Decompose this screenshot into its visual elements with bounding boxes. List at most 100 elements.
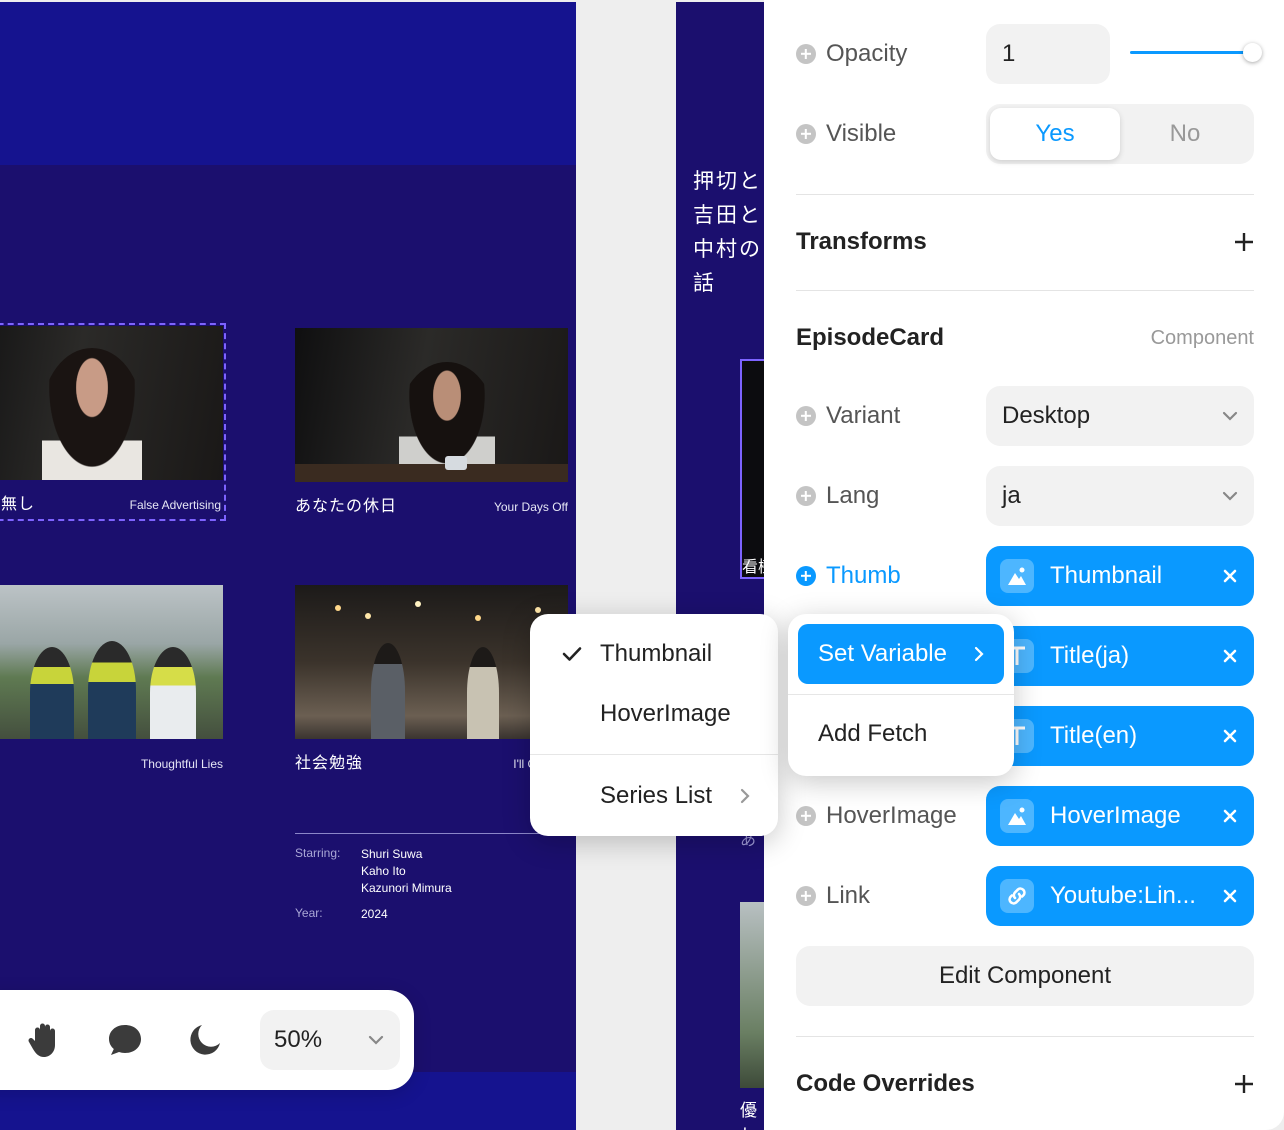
thumb-label: Thumb [826, 562, 901, 589]
episode-thumbnail [295, 585, 568, 739]
selected-card-label: 看樹 [742, 557, 766, 576]
add-variable-icon[interactable] [796, 806, 816, 826]
menu-item-series-list[interactable]: Series List [530, 768, 778, 824]
synopsis-line: 中村の [693, 237, 762, 261]
episode-title-ja: 社会勉強 [295, 753, 364, 772]
variant-label: Variant [826, 402, 901, 429]
card-title-fragment: 優し [740, 1101, 757, 1130]
menu-item-thumbnail[interactable]: Thumbnail [530, 626, 778, 682]
add-variable-icon[interactable] [796, 566, 816, 586]
code-overrides-section[interactable]: Code Overrides [796, 1070, 1254, 1098]
link-row: Link Youtube:Lin... [796, 866, 1254, 926]
title-en-variable-chip[interactable]: Title(en) [986, 706, 1254, 766]
episode-card[interactable]: 嘘 Thoughtful Lies [0, 585, 223, 773]
add-variable-icon[interactable] [796, 486, 816, 506]
image-icon [1000, 799, 1034, 833]
visible-label: Visible [826, 120, 897, 147]
episode-card[interactable]: 社会勉強 I'll Go, If Y [295, 585, 568, 773]
opacity-row: Opacity 1 [796, 24, 1254, 84]
close-icon[interactable] [1220, 646, 1240, 666]
slider-handle[interactable] [1243, 43, 1262, 62]
close-icon[interactable] [1220, 806, 1240, 826]
properties-panel: Opacity 1 Visible Yes No Transforms Epis… [764, 0, 1284, 1130]
zoom-select[interactable]: 50% [260, 1010, 400, 1070]
lang-label: Lang [826, 482, 880, 509]
add-variable-icon[interactable] [796, 44, 816, 64]
episode-card-selected[interactable]: 嘘偽り無し False Advertising [0, 323, 226, 521]
lang-value: ja [1002, 482, 1021, 509]
code-overrides-title: Code Overrides [796, 1070, 975, 1097]
thumb-variable-chip[interactable]: Thumbnail [986, 546, 1254, 606]
canvas-toolbar: 50% [0, 990, 414, 1090]
episode-card[interactable]: あなたの休日 Your Days Off [295, 328, 568, 516]
comment-icon [109, 1025, 141, 1055]
close-icon[interactable] [1220, 886, 1240, 906]
synopsis-line: 吉田と [693, 203, 762, 227]
canvas-frame-desktop[interactable]: 嘘偽り無し False Advertising あなたの休日 Your Days… [0, 2, 576, 1130]
episode-thumbnail [295, 328, 568, 482]
opacity-label: Opacity [826, 40, 908, 67]
chevron-right-icon [740, 788, 750, 804]
lang-select[interactable]: ja [986, 466, 1254, 526]
cast-member: Shuri Suwa [361, 847, 423, 861]
visible-row: Visible Yes No [796, 104, 1254, 164]
set-variable-menu-item[interactable]: Set Variable [798, 624, 1004, 684]
canvas-frame-secondary[interactable]: 押切と 吉田と 中村の 話 看樹 あ 優し [676, 2, 766, 1130]
hover-image-label: HoverImage [826, 802, 957, 829]
link-variable-chip[interactable]: Youtube:Lin... [986, 866, 1254, 926]
visible-no-option[interactable]: No [1120, 108, 1250, 160]
variables-menu: Thumbnail HoverImage Series List [530, 614, 778, 836]
visible-yes-option[interactable]: Yes [990, 108, 1120, 160]
component-title: EpisodeCard [796, 324, 945, 351]
link-variable-name: Youtube:Lin... [1050, 882, 1196, 909]
title-en-variable-name: Title(en) [1050, 722, 1138, 749]
plus-icon[interactable] [1234, 1074, 1254, 1094]
add-variable-icon[interactable] [796, 406, 816, 426]
synopsis-text: 押切と 吉田と 中村の 話 [693, 164, 762, 300]
title-ja-variable-name: Title(ja) [1050, 642, 1130, 669]
variant-select[interactable]: Desktop [986, 386, 1254, 446]
hover-image-variable-chip[interactable]: HoverImage [986, 786, 1254, 846]
lang-row: Lang ja [796, 466, 1254, 526]
chevron-down-icon [1222, 491, 1238, 501]
hover-image-row: HoverImage HoverImage [796, 786, 1254, 846]
transforms-section[interactable]: Transforms [796, 228, 1254, 256]
opacity-slider[interactable] [1130, 43, 1262, 62]
image-icon [1000, 559, 1034, 593]
menu-separator [788, 694, 1014, 695]
divider [796, 1036, 1254, 1037]
synopsis-line: 話 [693, 271, 716, 295]
close-icon[interactable] [1220, 726, 1240, 746]
title-ja-variable-chip[interactable]: Title(ja) [986, 626, 1254, 686]
hand-tool-button[interactable] [20, 1015, 70, 1065]
close-icon[interactable] [1220, 566, 1240, 586]
variable-actions-menu: Set Variable Add Fetch [788, 614, 1014, 776]
transforms-title: Transforms [796, 228, 927, 255]
hand-icon [28, 1023, 55, 1057]
hero-section [0, 2, 576, 165]
cast-member: Kazunori Mimura [361, 881, 452, 895]
check-icon [562, 647, 582, 661]
hover-image-variable-name: HoverImage [1050, 802, 1181, 829]
add-variable-icon[interactable] [796, 886, 816, 906]
menu-item-hoverimage[interactable]: HoverImage [530, 686, 778, 742]
add-variable-icon[interactable] [796, 124, 816, 144]
divider [796, 194, 1254, 195]
edit-component-button[interactable]: Edit Component [796, 946, 1254, 1006]
opacity-input[interactable]: 1 [986, 24, 1110, 84]
menu-item-label: HoverImage [600, 700, 731, 727]
episode-title-en: Your Days Off [493, 500, 568, 514]
theme-toggle-button[interactable] [180, 1015, 230, 1065]
menu-item-label: Thumbnail [600, 640, 713, 667]
selected-card-frame[interactable]: 看樹 [740, 359, 766, 579]
episode-credits: Starring: Shuri Suwa Kaho Ito Kazunori M… [295, 833, 576, 932]
chevron-right-icon [974, 646, 984, 662]
episode-title-ja: 嘘偽り無し [0, 494, 36, 513]
plus-icon[interactable] [1234, 232, 1254, 252]
starring-label: Starring: [295, 846, 341, 860]
chevron-down-icon [368, 1035, 384, 1045]
visible-toggle[interactable]: Yes No [986, 104, 1254, 164]
add-fetch-menu-item[interactable]: Add Fetch [818, 720, 927, 748]
moon-icon [190, 1025, 220, 1055]
comment-tool-button[interactable] [100, 1015, 150, 1065]
